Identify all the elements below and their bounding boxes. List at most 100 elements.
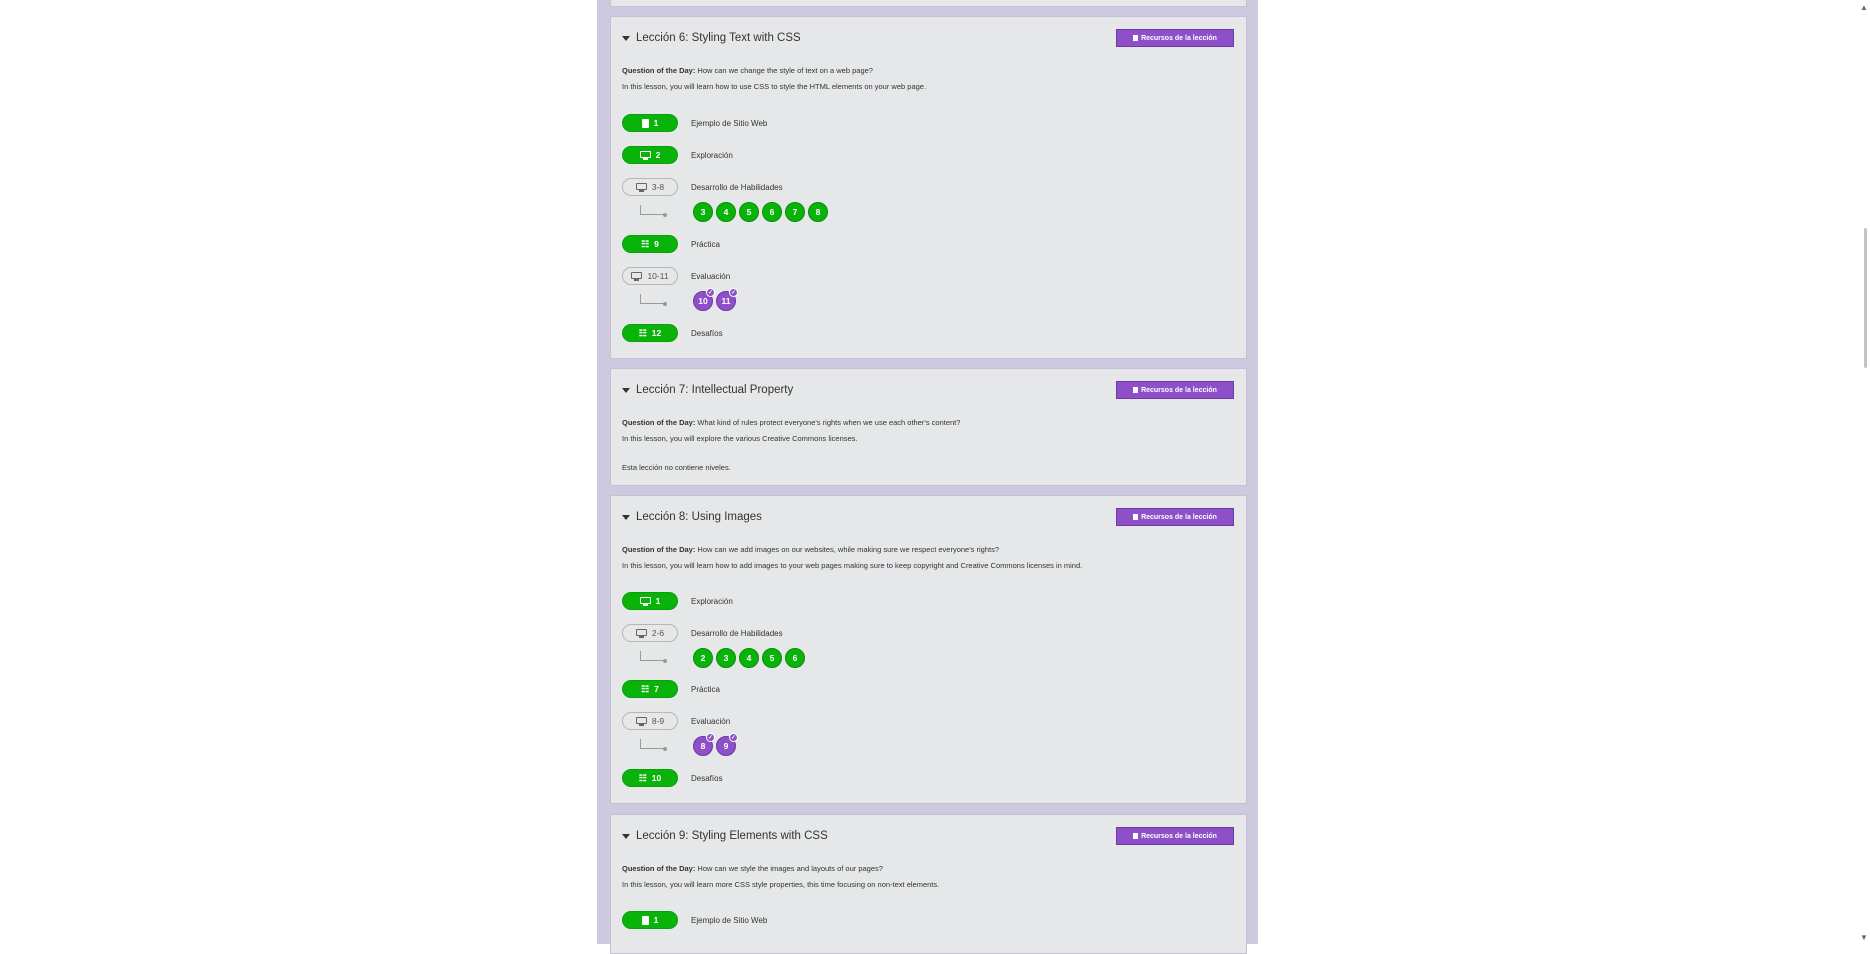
level-badge: 10 — [651, 773, 662, 783]
scroll-up-arrow-icon[interactable]: ▲ — [1859, 2, 1869, 12]
level-pill[interactable]: ☷ 10 — [622, 769, 678, 787]
lesson-header[interactable]: Lección 6: Styling Text with CSS — [622, 32, 801, 44]
lesson-card-7: Lección 7: Intellectual Property Recurso… — [610, 368, 1247, 486]
level-pill[interactable]: 8-9 — [622, 712, 678, 730]
level-pill[interactable]: 2-6 — [622, 624, 678, 642]
level-bubble[interactable]: 8 — [808, 202, 828, 222]
level-pill[interactable]: 10-11 — [622, 267, 678, 285]
lesson-resources-button[interactable]: Recursos de la lección — [1116, 381, 1234, 399]
level-label[interactable]: Evaluación — [691, 272, 730, 281]
check-icon: ✓ — [706, 288, 715, 297]
level-label[interactable]: Evaluación — [691, 717, 730, 726]
question-of-the-day: Question of the Day: How can we style th… — [622, 864, 883, 873]
level-label[interactable]: Desarrollo de Habilidades — [691, 183, 783, 192]
level-bubble[interactable]: 5 — [762, 648, 782, 668]
level-pill[interactable]: ☷ 12 — [622, 324, 678, 342]
sublevel-connector — [640, 205, 667, 217]
resources-label: Recursos de la lección — [1141, 34, 1217, 42]
sublevel-bubbles: 8 ✓ 9 ✓ — [693, 733, 738, 756]
level-bubble[interactable]: 6 — [762, 202, 782, 222]
level-label[interactable]: Desarrollo de Habilidades — [691, 629, 783, 638]
level-row[interactable]: 1 Ejemplo de Sitio Web — [622, 911, 767, 929]
level-row[interactable]: 2 Exploración — [622, 146, 733, 164]
level-pill[interactable]: 3-8 — [622, 178, 678, 196]
level-pill[interactable]: 1 — [622, 592, 678, 610]
level-bubble[interactable]: 7 — [785, 202, 805, 222]
level-label[interactable]: Desafíos — [691, 329, 723, 338]
check-icon: ✓ — [729, 288, 738, 297]
level-label[interactable]: Ejemplo de Sitio Web — [691, 916, 767, 925]
level-row[interactable]: ☷ 10 Desafíos — [622, 769, 723, 787]
lesson-title[interactable]: Lección 6: Styling Text with CSS — [636, 32, 801, 44]
sublevel-bubbles: 3 4 5 6 7 8 — [693, 202, 828, 222]
level-pill[interactable]: 1 — [622, 911, 678, 929]
level-row[interactable]: 8-9 Evaluación — [622, 712, 730, 730]
level-bubble[interactable]: 5 — [739, 202, 759, 222]
lesson-header[interactable]: Lección 9: Styling Elements with CSS — [622, 830, 828, 842]
lesson-title[interactable]: Lección 7: Intellectual Property — [636, 384, 793, 396]
level-pill[interactable]: ☷ 7 — [622, 680, 678, 698]
caret-down-icon[interactable] — [622, 514, 630, 520]
scrollbar-thumb[interactable] — [1864, 228, 1867, 368]
level-badge: 1 — [655, 596, 661, 606]
bubble-number: 8 — [700, 741, 706, 751]
level-row[interactable]: ☷ 7 Práctica — [622, 680, 720, 698]
level-bubble[interactable]: 3 — [716, 648, 736, 668]
scroll-down-arrow-icon[interactable]: ▼ — [1859, 932, 1869, 942]
level-bubble[interactable]: 3 — [693, 202, 713, 222]
lesson-header[interactable]: Lección 8: Using Images — [622, 511, 762, 523]
hierarchy-icon: ☷ — [641, 238, 650, 249]
level-label[interactable]: Práctica — [691, 240, 720, 249]
level-badge: 3-8 — [651, 182, 665, 192]
document-icon — [1133, 35, 1139, 41]
level-bubble[interactable]: 2 — [693, 648, 713, 668]
sublevel-connector — [640, 294, 667, 306]
level-badge: 1 — [653, 915, 659, 925]
sublevel-connector — [640, 651, 667, 663]
monitor-icon — [639, 150, 651, 160]
lesson-title[interactable]: Lección 9: Styling Elements with CSS — [636, 830, 828, 842]
level-row[interactable]: 1 Exploración — [622, 592, 733, 610]
level-badge: 7 — [654, 684, 659, 694]
lesson-header[interactable]: Lección 7: Intellectual Property — [622, 384, 793, 396]
level-label[interactable]: Ejemplo de Sitio Web — [691, 119, 767, 128]
document-icon — [1133, 833, 1139, 839]
level-bubble[interactable]: 4 — [716, 202, 736, 222]
qod-text: How can we add images on our websites, w… — [695, 545, 1000, 554]
assessment-bubble[interactable]: 8 ✓ — [693, 733, 715, 756]
level-bubble[interactable]: 4 — [739, 648, 759, 668]
lesson-title[interactable]: Lección 8: Using Images — [636, 511, 762, 523]
level-pill[interactable]: ☷ 9 — [622, 235, 678, 253]
assessment-bubble[interactable]: 9 ✓ — [716, 733, 738, 756]
caret-down-icon[interactable] — [622, 833, 630, 839]
level-row[interactable]: ☷ 9 Práctica — [622, 235, 720, 253]
caret-down-icon[interactable] — [622, 35, 630, 41]
resources-label: Recursos de la lección — [1141, 386, 1217, 394]
lesson-resources-button[interactable]: Recursos de la lección — [1116, 29, 1234, 47]
level-label[interactable]: Desafíos — [691, 774, 723, 783]
level-row[interactable]: 10-11 Evaluación — [622, 267, 730, 285]
level-badge: 9 — [654, 239, 659, 249]
level-row[interactable]: ☷ 12 Desafíos — [622, 324, 723, 342]
level-badge: 12 — [651, 328, 662, 338]
level-bubble[interactable]: 6 — [785, 648, 805, 668]
lesson-card-8: Lección 8: Using Images Recursos de la l… — [610, 495, 1247, 804]
level-row[interactable]: 1 Ejemplo de Sitio Web — [622, 114, 767, 132]
level-pill[interactable]: 1 — [622, 114, 678, 132]
level-badge: 2 — [655, 150, 661, 160]
assessment-bubble[interactable]: 11 ✓ — [716, 288, 738, 311]
caret-down-icon[interactable] — [622, 387, 630, 393]
qod-text: What kind of rules protect everyone's ri… — [695, 418, 961, 427]
level-label[interactable]: Exploración — [691, 151, 733, 160]
hierarchy-icon: ☷ — [638, 327, 647, 338]
page-scrollbar[interactable]: ▲ ▼ — [1858, 0, 1870, 944]
lesson-resources-button[interactable]: Recursos de la lección — [1116, 508, 1234, 526]
level-pill[interactable]: 2 — [622, 146, 678, 164]
level-label[interactable]: Exploración — [691, 597, 733, 606]
level-row[interactable]: 3-8 Desarrollo de Habilidades — [622, 178, 783, 196]
bubble-number: 11 — [721, 296, 731, 306]
level-label[interactable]: Práctica — [691, 685, 720, 694]
lesson-resources-button[interactable]: Recursos de la lección — [1116, 827, 1234, 845]
level-row[interactable]: 2-6 Desarrollo de Habilidades — [622, 624, 783, 642]
assessment-bubble[interactable]: 10 ✓ — [693, 288, 715, 311]
